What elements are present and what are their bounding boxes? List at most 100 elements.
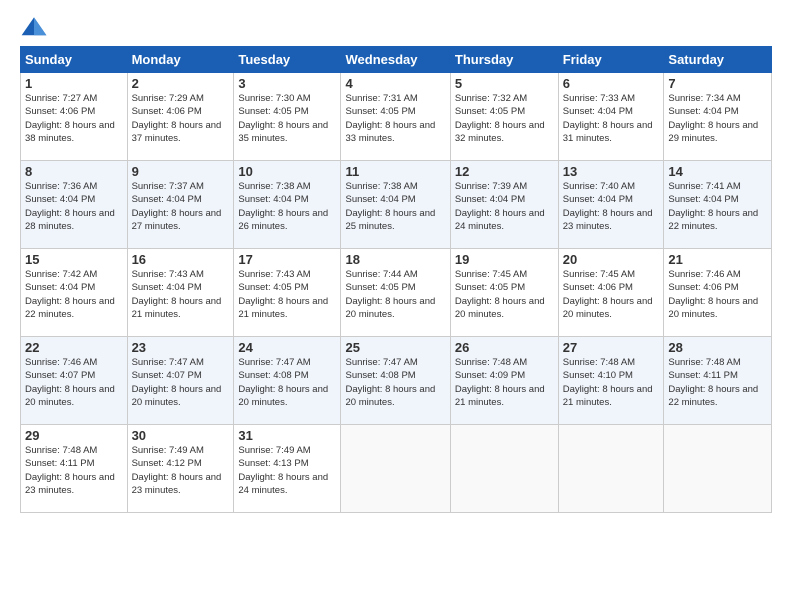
day-number: 2 [132, 76, 230, 91]
day-number: 8 [25, 164, 123, 179]
day-number: 29 [25, 428, 123, 443]
day-number: 27 [563, 340, 660, 355]
calendar-header-thursday: Thursday [450, 47, 558, 73]
day-info: Sunrise: 7:43 AMSunset: 4:04 PMDaylight:… [132, 269, 222, 320]
day-info: Sunrise: 7:33 AMSunset: 4:04 PMDaylight:… [563, 93, 653, 144]
day-number: 13 [563, 164, 660, 179]
calendar-cell: 14Sunrise: 7:41 AMSunset: 4:04 PMDayligh… [664, 161, 772, 249]
day-info: Sunrise: 7:48 AMSunset: 4:10 PMDaylight:… [563, 357, 653, 408]
calendar-cell: 24 Sunrise: 7:47 AMSunset: 4:08 PMDayligh… [234, 337, 341, 425]
day-info: Sunrise: 7:44 AMSunset: 4:05 PMDaylight:… [345, 269, 435, 320]
calendar-cell: 23Sunrise: 7:47 AMSunset: 4:07 PMDayligh… [127, 337, 234, 425]
calendar-cell: 8 Sunrise: 7:36 AMSunset: 4:04 PMDaylight… [21, 161, 128, 249]
day-number: 15 [25, 252, 123, 267]
day-number: 28 [668, 340, 767, 355]
calendar-cell [664, 425, 772, 513]
day-info: Sunrise: 7:48 AMSunset: 4:11 PMDaylight:… [668, 357, 758, 408]
day-number: 17 [238, 252, 336, 267]
calendar-week-row: 22 Sunrise: 7:46 AMSunset: 4:07 PMDayligh… [21, 337, 772, 425]
day-number: 12 [455, 164, 554, 179]
day-info: Sunrise: 7:45 AMSunset: 4:06 PMDaylight:… [563, 269, 653, 320]
day-number: 6 [563, 76, 660, 91]
calendar-cell: 13 Sunrise: 7:40 AMSunset: 4:04 PMDayligh… [558, 161, 664, 249]
day-number: 24 [238, 340, 336, 355]
day-number: 18 [345, 252, 445, 267]
calendar-cell: 18 Sunrise: 7:44 AMSunset: 4:05 PMDayligh… [341, 249, 450, 337]
calendar-cell: 28 Sunrise: 7:48 AMSunset: 4:11 PMDayligh… [664, 337, 772, 425]
day-info: Sunrise: 7:31 AMSunset: 4:05 PMDaylight:… [345, 93, 435, 144]
calendar-cell: 2 Sunrise: 7:29 AMSunset: 4:06 PMDaylight… [127, 73, 234, 161]
day-info: Sunrise: 7:39 AMSunset: 4:04 PMDaylight:… [455, 181, 545, 232]
day-info: Sunrise: 7:29 AMSunset: 4:06 PMDaylight:… [132, 93, 222, 144]
day-number: 9 [132, 164, 230, 179]
calendar-cell: 15 Sunrise: 7:42 AMSunset: 4:04 PMDayligh… [21, 249, 128, 337]
day-info: Sunrise: 7:38 AMSunset: 4:04 PMDaylight:… [238, 181, 328, 232]
logo-icon [20, 16, 48, 38]
day-info: Sunrise: 7:49 AMSunset: 4:12 PMDaylight:… [132, 445, 222, 496]
day-number: 4 [345, 76, 445, 91]
calendar-cell: 27 Sunrise: 7:48 AMSunset: 4:10 PMDayligh… [558, 337, 664, 425]
day-info: Sunrise: 7:36 AMSunset: 4:04 PMDaylight:… [25, 181, 115, 232]
calendar-cell [341, 425, 450, 513]
day-number: 21 [668, 252, 767, 267]
day-number: 3 [238, 76, 336, 91]
day-info: Sunrise: 7:42 AMSunset: 4:04 PMDaylight:… [25, 269, 115, 320]
day-info: Sunrise: 7:47 AMSunset: 4:07 PMDaylight:… [132, 357, 222, 408]
day-number: 7 [668, 76, 767, 91]
calendar-week-row: 29 Sunrise: 7:48 AMSunset: 4:11 PMDayligh… [21, 425, 772, 513]
calendar-header-tuesday: Tuesday [234, 47, 341, 73]
day-info: Sunrise: 7:46 AMSunset: 4:07 PMDaylight:… [25, 357, 115, 408]
day-info: Sunrise: 7:47 AMSunset: 4:08 PMDaylight:… [345, 357, 435, 408]
calendar-cell: 1 Sunrise: 7:27 AMSunset: 4:06 PMDaylight… [21, 73, 128, 161]
day-info: Sunrise: 7:37 AMSunset: 4:04 PMDaylight:… [132, 181, 222, 232]
calendar-cell: 21 Sunrise: 7:46 AMSunset: 4:06 PMDayligh… [664, 249, 772, 337]
calendar-header-wednesday: Wednesday [341, 47, 450, 73]
logo [20, 16, 52, 38]
calendar-cell: 26Sunrise: 7:48 AMSunset: 4:09 PMDayligh… [450, 337, 558, 425]
calendar-table: SundayMondayTuesdayWednesdayThursdayFrid… [20, 46, 772, 513]
page-container: SundayMondayTuesdayWednesdayThursdayFrid… [0, 0, 792, 523]
calendar-cell: 16 Sunrise: 7:43 AMSunset: 4:04 PMDayligh… [127, 249, 234, 337]
calendar-week-row: 1 Sunrise: 7:27 AMSunset: 4:06 PMDaylight… [21, 73, 772, 161]
day-info: Sunrise: 7:46 AMSunset: 4:06 PMDaylight:… [668, 269, 758, 320]
day-info: Sunrise: 7:40 AMSunset: 4:04 PMDaylight:… [563, 181, 653, 232]
calendar-cell [558, 425, 664, 513]
calendar-cell: 4 Sunrise: 7:31 AMSunset: 4:05 PMDaylight… [341, 73, 450, 161]
day-info: Sunrise: 7:47 AMSunset: 4:08 PMDaylight:… [238, 357, 328, 408]
day-number: 16 [132, 252, 230, 267]
calendar-week-row: 8 Sunrise: 7:36 AMSunset: 4:04 PMDaylight… [21, 161, 772, 249]
calendar-cell: 22 Sunrise: 7:46 AMSunset: 4:07 PMDayligh… [21, 337, 128, 425]
day-info: Sunrise: 7:30 AMSunset: 4:05 PMDaylight:… [238, 93, 328, 144]
calendar-cell: 19 Sunrise: 7:45 AMSunset: 4:05 PMDayligh… [450, 249, 558, 337]
calendar-cell: 7 Sunrise: 7:34 AMSunset: 4:04 PMDaylight… [664, 73, 772, 161]
day-number: 30 [132, 428, 230, 443]
day-info: Sunrise: 7:49 AMSunset: 4:13 PMDaylight:… [238, 445, 328, 496]
day-info: Sunrise: 7:43 AMSunset: 4:05 PMDaylight:… [238, 269, 328, 320]
calendar-cell: 3 Sunrise: 7:30 AMSunset: 4:05 PMDaylight… [234, 73, 341, 161]
calendar-cell: 10Sunrise: 7:38 AMSunset: 4:04 PMDayligh… [234, 161, 341, 249]
calendar-header-row: SundayMondayTuesdayWednesdayThursdayFrid… [21, 47, 772, 73]
day-info: Sunrise: 7:32 AMSunset: 4:05 PMDaylight:… [455, 93, 545, 144]
day-number: 5 [455, 76, 554, 91]
day-number: 26 [455, 340, 554, 355]
calendar-cell: 12 Sunrise: 7:39 AMSunset: 4:04 PMDayligh… [450, 161, 558, 249]
calendar-cell: 30 Sunrise: 7:49 AMSunset: 4:12 PMDayligh… [127, 425, 234, 513]
calendar-cell: 17 Sunrise: 7:43 AMSunset: 4:05 PMDayligh… [234, 249, 341, 337]
calendar-header-friday: Friday [558, 47, 664, 73]
day-info: Sunrise: 7:41 AMSunset: 4:04 PMDaylight:… [668, 181, 758, 232]
day-number: 22 [25, 340, 123, 355]
day-info: Sunrise: 7:38 AMSunset: 4:04 PMDaylight:… [345, 181, 435, 232]
day-info: Sunrise: 7:48 AMSunset: 4:11 PMDaylight:… [25, 445, 115, 496]
day-info: Sunrise: 7:45 AMSunset: 4:05 PMDaylight:… [455, 269, 545, 320]
day-info: Sunrise: 7:34 AMSunset: 4:04 PMDaylight:… [668, 93, 758, 144]
day-number: 1 [25, 76, 123, 91]
day-info: Sunrise: 7:27 AMSunset: 4:06 PMDaylight:… [25, 93, 115, 144]
day-number: 25 [345, 340, 445, 355]
calendar-cell: 6 Sunrise: 7:33 AMSunset: 4:04 PMDaylight… [558, 73, 664, 161]
calendar-header-sunday: Sunday [21, 47, 128, 73]
day-number: 19 [455, 252, 554, 267]
header [20, 16, 772, 38]
day-number: 11 [345, 164, 445, 179]
calendar-header-saturday: Saturday [664, 47, 772, 73]
calendar-cell: 25 Sunrise: 7:47 AMSunset: 4:08 PMDayligh… [341, 337, 450, 425]
